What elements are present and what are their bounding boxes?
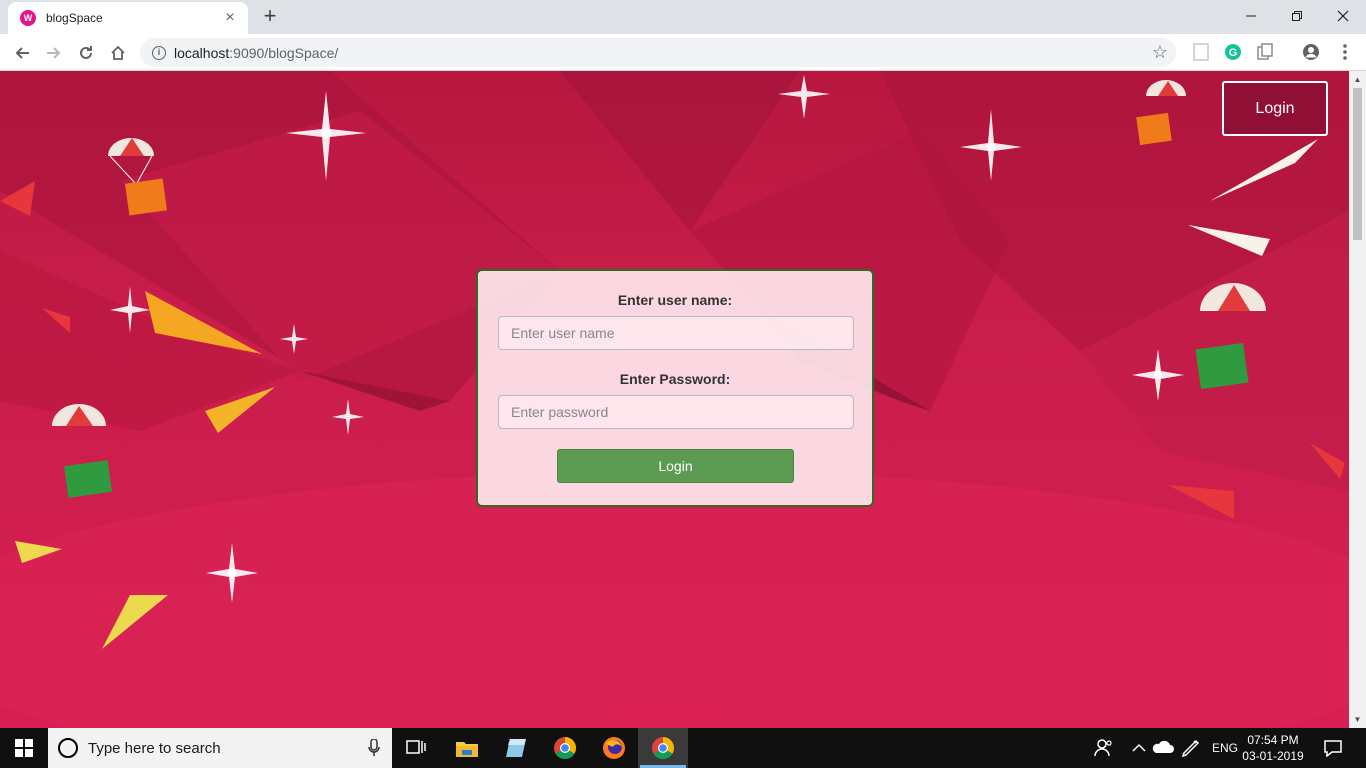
clock-date: 03-01-2019 (1242, 749, 1304, 763)
tab-close-icon[interactable]: × (222, 10, 238, 26)
forward-button[interactable] (40, 39, 68, 67)
system-clock[interactable]: 07:54 PM 03-01-2019 (1240, 732, 1306, 764)
minimize-icon (1246, 15, 1256, 17)
taskbar-search[interactable]: Type here to search (48, 728, 392, 768)
page-content: Login Enter user name: Enter Password: L… (0, 71, 1349, 728)
chrome-icon[interactable] (553, 736, 577, 760)
tab-strip: W blogSpace × + (0, 0, 1366, 34)
close-icon (1337, 10, 1349, 22)
bookmark-star-icon[interactable]: ☆ (1152, 43, 1168, 61)
start-button[interactable] (0, 728, 48, 768)
username-label: Enter user name: (617, 292, 733, 308)
reload-button[interactable] (72, 39, 100, 67)
back-arrow-icon (15, 47, 29, 59)
show-hidden-icons-chevron-icon[interactable] (1127, 736, 1151, 760)
tab-title: blogSpace (46, 11, 103, 25)
browser-toolbar: i localhost:9090/blogSpace/ ☆ G (0, 34, 1366, 71)
username-input[interactable] (498, 316, 854, 350)
header-login-button[interactable]: Login (1222, 81, 1328, 136)
window-controls (1228, 0, 1366, 32)
new-tab-button[interactable]: + (258, 5, 282, 29)
grammarly-icon[interactable]: G (1224, 43, 1242, 61)
site-favicon-icon: W (20, 10, 36, 26)
restore-icon (1292, 11, 1302, 21)
password-label: Enter Password: (619, 371, 731, 387)
profile-avatar-icon[interactable] (1302, 43, 1320, 61)
restore-button[interactable] (1274, 0, 1320, 32)
login-submit-button[interactable]: Login (557, 449, 794, 483)
task-view-icon[interactable] (404, 736, 428, 760)
clock-time: 07:54 PM (1247, 733, 1299, 747)
url-path: :9090/blogSpace/ (229, 44, 339, 61)
people-icon[interactable] (1092, 736, 1116, 760)
scroll-thumb[interactable] (1353, 88, 1362, 240)
windows-taskbar: Type here to search ENG 07:54 PM 03-01-2… (0, 728, 1366, 768)
login-card: Enter user name: Enter Password: Login (476, 269, 874, 507)
forward-arrow-icon (47, 47, 61, 59)
password-input[interactable] (498, 395, 854, 429)
cortana-icon (58, 738, 78, 758)
taskbar-search-placeholder: Type here to search (88, 739, 221, 757)
menu-kebab-icon[interactable] (1336, 43, 1354, 61)
file-explorer-icon[interactable] (455, 736, 479, 760)
home-icon (111, 45, 125, 60)
notifications-icon[interactable] (1321, 736, 1345, 760)
extension-copy-icon[interactable] (1256, 43, 1274, 61)
scroll-down-icon[interactable]: ▼ (1349, 711, 1366, 728)
microphone-icon[interactable] (368, 739, 380, 757)
back-button[interactable] (8, 39, 36, 67)
browser-tab[interactable]: W blogSpace × (8, 2, 248, 34)
scroll-up-icon[interactable]: ▲ (1349, 71, 1366, 88)
address-bar[interactable]: i localhost:9090/blogSpace/ ☆ (140, 38, 1176, 67)
firefox-icon[interactable] (602, 736, 626, 760)
pen-workspace-icon[interactable] (1179, 736, 1203, 760)
home-button[interactable] (104, 39, 132, 67)
app-icon[interactable] (504, 736, 528, 760)
svg-text:G: G (1229, 47, 1238, 59)
reload-icon (80, 46, 92, 59)
onedrive-cloud-icon[interactable] (1151, 736, 1175, 760)
windows-start-icon (15, 739, 33, 757)
url-host: localhost (174, 44, 230, 61)
close-window-button[interactable] (1320, 0, 1366, 32)
chrome-active-icon[interactable] (651, 736, 675, 760)
page-scrollbar[interactable]: ▲ ▼ (1349, 71, 1366, 728)
language-indicator[interactable]: ENG (1212, 728, 1238, 768)
minimize-button[interactable] (1228, 0, 1274, 32)
info-icon[interactable]: i (152, 45, 166, 60)
extension-doc-icon[interactable] (1192, 43, 1210, 61)
